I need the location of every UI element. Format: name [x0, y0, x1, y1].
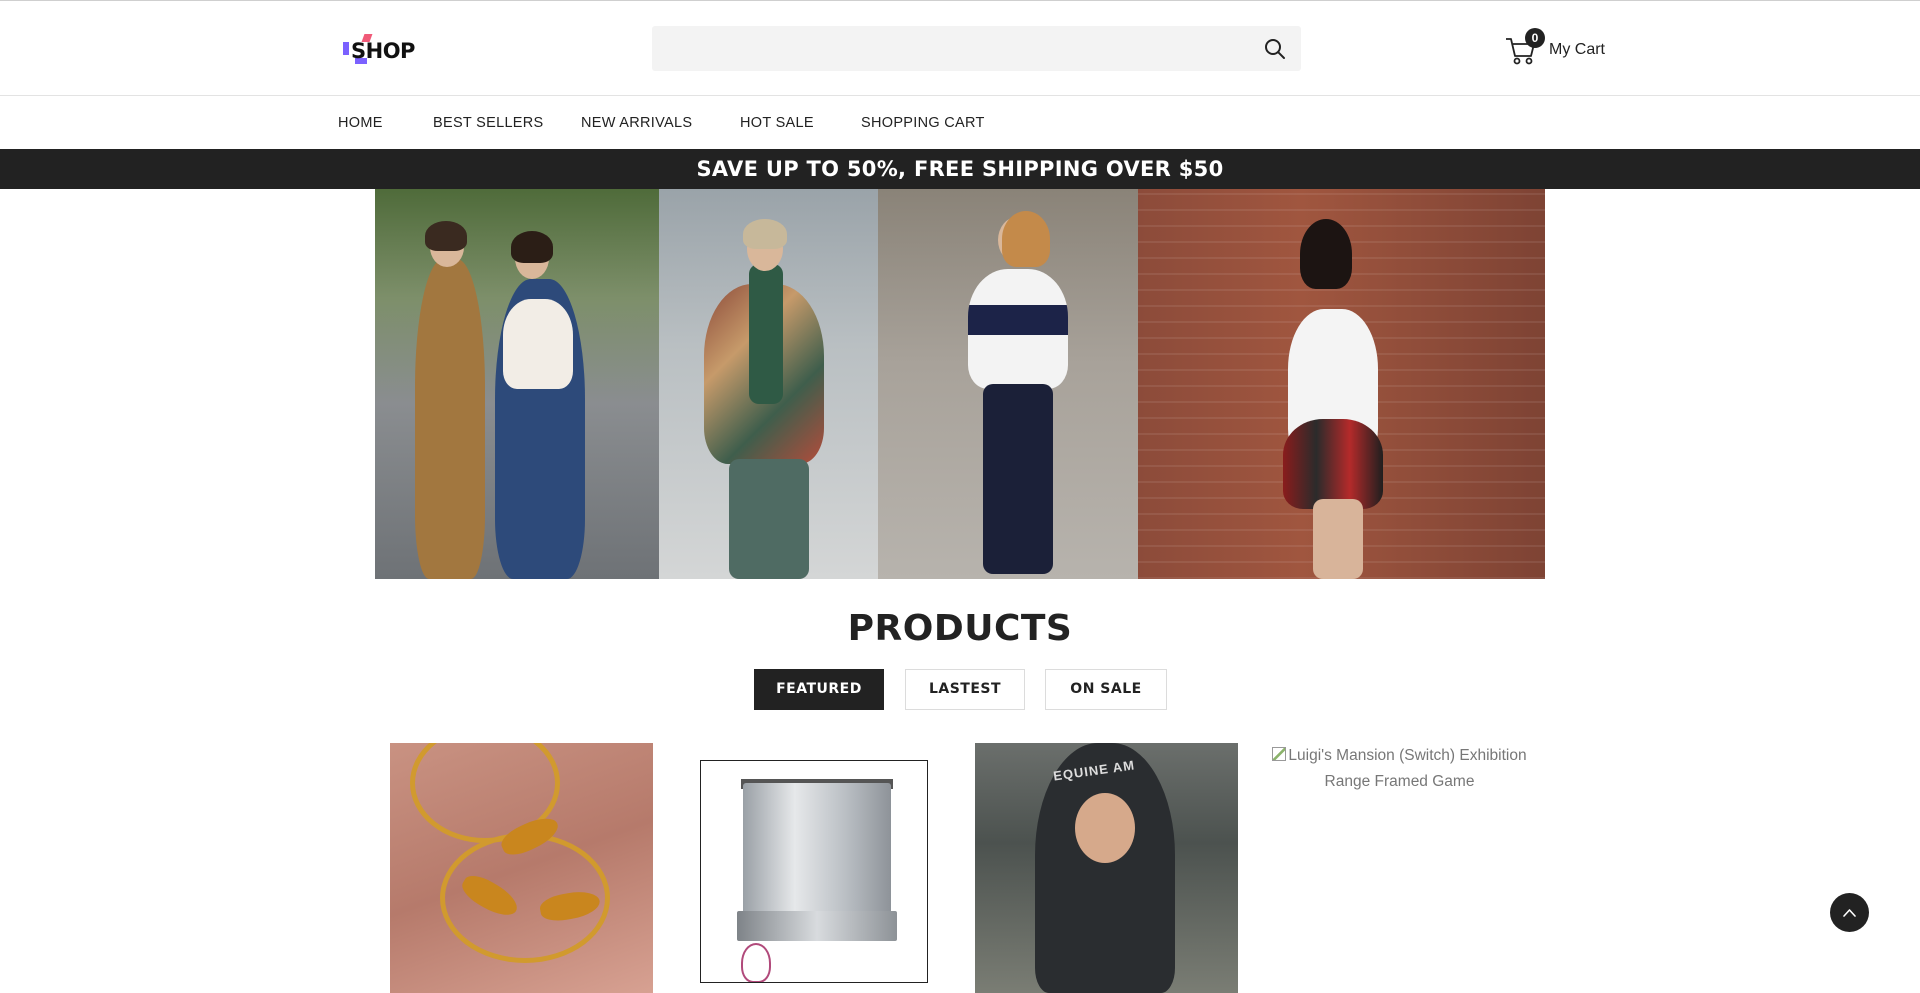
site-logo[interactable]: SHOP	[343, 34, 415, 66]
cart-label: My Cart	[1549, 41, 1605, 58]
cart-count-badge: 0	[1525, 28, 1545, 48]
mini-cart[interactable]: 0 My Cart	[1505, 28, 1610, 66]
product-image-luigis-mansion[interactable]: Luigi's Mansion (Switch) Exhibition Rang…	[1268, 743, 1531, 795]
hero-photo-striped-top	[878, 189, 1138, 579]
search-box	[652, 26, 1301, 71]
hero-photo-street-duo	[375, 189, 659, 579]
search-icon[interactable]	[1263, 37, 1287, 61]
tab-lastest[interactable]: LASTEST	[905, 669, 1025, 710]
product-image-ring[interactable]	[390, 743, 653, 993]
image-alt-text: Luigi's Mansion (Switch) Exhibition Rang…	[1288, 747, 1527, 790]
search-input[interactable]	[652, 26, 1242, 71]
logo-mark	[343, 42, 349, 55]
tab-featured[interactable]: FEATURED	[754, 669, 884, 710]
brand-logo	[741, 943, 771, 982]
hero-photo-brick-wall	[1138, 189, 1545, 579]
nav-item-home[interactable]: HOME	[338, 115, 383, 131]
nav-item-best-sellers[interactable]: BEST SELLERS	[433, 115, 544, 131]
hero-banner[interactable]	[375, 189, 1545, 579]
logo-text: SHOP	[351, 39, 415, 63]
hero-photo-plaid-poncho	[659, 189, 878, 579]
promo-banner: SAVE UP TO 50%, FREE SHIPPING OVER $50	[0, 149, 1920, 189]
nav-item-hot-sale[interactable]: HOT SALE	[740, 115, 814, 131]
site-header: SHOP 0 My Cart	[0, 1, 1920, 96]
back-to-top-button[interactable]	[1830, 893, 1869, 932]
products-heading: PRODUCTS	[847, 608, 1073, 649]
nav-item-shopping-cart[interactable]: SHOPPING CART	[861, 115, 985, 131]
product-image-espresso-machine[interactable]	[700, 760, 928, 983]
broken-image-icon	[1272, 747, 1287, 761]
tab-on-sale[interactable]: ON SALE	[1045, 669, 1167, 710]
nav-item-new-arrivals[interactable]: NEW ARRIVALS	[581, 115, 692, 131]
product-image-hooded-jacket[interactable]: EQUINE AM	[975, 743, 1238, 993]
main-nav: HOME BEST SELLERS NEW ARRIVALS HOT SALE …	[0, 97, 1920, 149]
